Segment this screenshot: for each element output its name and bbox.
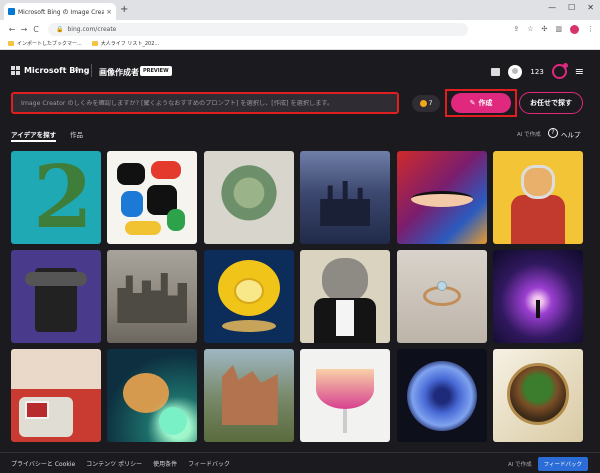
collections-icon[interactable]	[491, 67, 501, 76]
tab-explore-ideas[interactable]: アイデアを探す	[11, 129, 56, 139]
gallery-tile-eye-makeup[interactable]	[396, 151, 487, 244]
extensions-icon[interactable]: ✣	[542, 25, 548, 33]
bookmark-label: インポートしたブックマー...	[17, 41, 82, 47]
reload-icon[interactable]: C	[30, 25, 42, 34]
forward-icon[interactable]: →	[18, 25, 30, 34]
bookmarks-bar: インポートしたブックマー... 大人ライフ リスト_202...	[0, 38, 600, 50]
create-label: 作成	[478, 99, 493, 107]
browser-tab-title: Microsoft Bing の Image Creator	[18, 9, 105, 16]
brush-icon: ✎	[469, 99, 476, 107]
more-menu-icon[interactable]: ⋮	[587, 25, 594, 33]
share-icon[interactable]: ⇪	[513, 25, 519, 33]
idea-gallery: 2	[11, 151, 583, 442]
gallery-tile-astronaut-dog[interactable]	[492, 151, 583, 244]
create-button-highlight: ✎ 作成	[445, 89, 517, 117]
address-bar[interactable]: 🔒 bing.com/create	[48, 22, 468, 36]
gallery-tile-number-two[interactable]: 2	[11, 151, 101, 244]
footer-link-privacy[interactable]: プライバシーと Cookie	[11, 459, 75, 468]
window-controls: — ☐ ✕	[548, 3, 594, 12]
bookmark-item[interactable]: 大人ライフ リスト_202...	[91, 40, 160, 47]
gallery-tile-abstract-shapes[interactable]	[107, 151, 198, 244]
maximize-icon[interactable]: ☐	[568, 3, 575, 12]
gallery-tile-succulents[interactable]	[203, 151, 294, 244]
boost-coin-icon	[419, 100, 427, 107]
lock-icon: 🔒	[56, 25, 64, 33]
header-divider	[91, 64, 92, 77]
active-tab-underline	[11, 140, 56, 142]
gallery-tile-terrarium[interactable]	[492, 349, 583, 442]
footer-link-content-policy[interactable]: コンテンツ ポリシー	[86, 459, 142, 468]
footer: プライバシーと Cookie コンテンツ ポリシー 使用条件 フィードバック A…	[0, 452, 600, 473]
url-text: bing.com/create	[67, 25, 117, 33]
brand-name: Microsoft Bing	[24, 66, 90, 75]
content-tabs: アイデアを探す 作品 AI で作成 ? ヘルプ	[0, 126, 600, 142]
prompt-box[interactable]	[11, 92, 399, 114]
close-tab-icon[interactable]: ×	[106, 8, 112, 16]
footer-link-terms[interactable]: 使用条件	[153, 459, 177, 468]
close-window-icon[interactable]: ✕	[587, 3, 594, 12]
search-icon[interactable]: ⌕	[74, 64, 80, 75]
surprise-me-button[interactable]: お任せで探す	[519, 92, 583, 114]
tile-number-text: 2	[33, 151, 93, 244]
bing-header: Microsoft Bing ⌕ 画像作成者 PREVIEW 123 ≡	[0, 51, 600, 91]
browser-toolbar-icons: ⇪ ☆ ✣ ▥ ⋮	[513, 24, 594, 34]
star-icon[interactable]: ☆	[527, 25, 533, 33]
user-avatar[interactable]	[508, 64, 523, 79]
gallery-tile-hamster-orb[interactable]	[107, 349, 198, 442]
gallery-tile-blue-flower[interactable]	[396, 349, 487, 442]
browser-tab-bar: Microsoft Bing の Image Creator × + — ☐ ✕	[0, 0, 600, 20]
bookmark-label: 大人ライフ リスト_202...	[100, 41, 160, 47]
gallery-tile-lemon-sculpture[interactable]	[203, 250, 294, 343]
gallery-tile-painted-ruins[interactable]	[203, 349, 294, 442]
bing-favicon-icon	[8, 8, 15, 15]
folder-icon	[8, 41, 14, 46]
sidebar-icon[interactable]: ▥	[555, 25, 562, 33]
gallery-tile-elephant-tuxedo[interactable]	[300, 250, 391, 343]
gallery-tile-dark-castle[interactable]	[300, 151, 391, 244]
gallery-tile-cocktail-glass[interactable]	[300, 349, 391, 442]
prompt-input[interactable]	[21, 99, 397, 107]
gallery-tile-robot-dj[interactable]	[11, 250, 101, 343]
page-title: 画像作成者	[99, 68, 139, 77]
header-right: 123 ≡	[491, 63, 584, 79]
profile-avatar[interactable]	[570, 24, 579, 34]
help-icon[interactable]: ?	[548, 128, 558, 138]
help-link[interactable]: ヘルプ	[561, 129, 581, 139]
footer-link-feedback[interactable]: フィードバック	[188, 459, 230, 468]
create-button[interactable]: ✎ 作成	[451, 93, 511, 113]
back-icon[interactable]: ←	[6, 25, 18, 34]
boost-counter[interactable]: 7	[412, 95, 440, 112]
feedback-button[interactable]: フィードバック	[537, 457, 588, 471]
gallery-tile-gold-ring[interactable]	[396, 250, 487, 343]
bookmark-item[interactable]: インポートしたブックマー...	[8, 40, 82, 47]
ai-generated-label: AI で作成	[517, 132, 541, 138]
new-tab-button[interactable]: +	[120, 3, 128, 17]
preview-badge: PREVIEW	[140, 66, 172, 76]
footer-right: AI で作成 フィードバック	[508, 457, 588, 471]
gallery-tile-red-room[interactable]	[11, 349, 101, 442]
folder-icon	[91, 41, 98, 46]
rewards-points: 123	[530, 67, 544, 76]
address-bar-row: ← → C 🔒 bing.com/create ⇪ ☆ ✣ ▥ ⋮	[0, 20, 600, 38]
footer-ai-label: AI で作成	[507, 462, 532, 468]
hamburger-menu-icon[interactable]: ≡	[575, 65, 584, 78]
tab-creations[interactable]: 作品	[70, 129, 83, 139]
gallery-tile-ruined-city[interactable]	[107, 250, 198, 343]
minimize-icon[interactable]: —	[548, 3, 556, 12]
microsoft-logo-icon	[11, 66, 20, 75]
gallery-tile-cosmic-portal[interactable]	[492, 250, 583, 343]
browser-tab[interactable]: Microsoft Bing の Image Creator ×	[4, 3, 116, 20]
rewards-icon[interactable]	[551, 63, 568, 79]
boost-count: 7	[428, 100, 433, 107]
